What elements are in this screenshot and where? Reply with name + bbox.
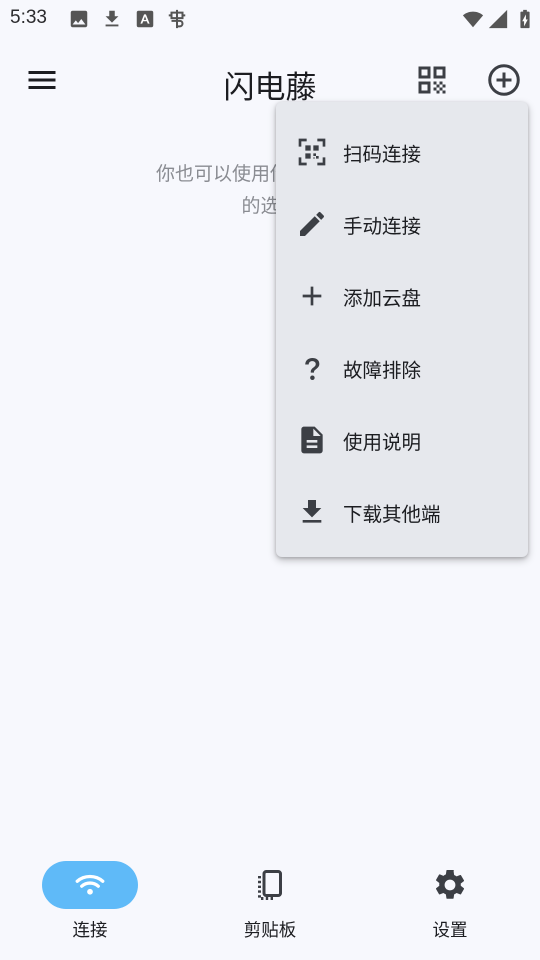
menu-item-label: 扫码连接 bbox=[343, 142, 422, 166]
qr-code-icon[interactable] bbox=[414, 62, 450, 98]
clipboard-icon bbox=[258, 870, 282, 900]
nav-label: 剪贴板 bbox=[243, 921, 297, 941]
menu-item-scan-connect[interactable]: 扫码连接 bbox=[276, 116, 528, 188]
nav-label: 设置 bbox=[432, 921, 468, 941]
battery-icon bbox=[520, 9, 530, 29]
menu-item-label: 故障排除 bbox=[343, 358, 422, 382]
document-icon bbox=[301, 426, 323, 454]
menu-item-label: 手动连接 bbox=[343, 214, 422, 238]
wifi-icon bbox=[75, 874, 105, 895]
add-circle-icon[interactable] bbox=[486, 62, 522, 98]
menu-item-label: 使用说明 bbox=[343, 430, 422, 454]
status-time: 5:33 bbox=[10, 7, 47, 28]
download-icon bbox=[302, 500, 322, 523]
menu-item-label: 添加云盘 bbox=[343, 286, 422, 310]
menu-item-label: 下载其他端 bbox=[343, 502, 441, 526]
page-title: 闪电藤 bbox=[223, 70, 317, 106]
download-icon bbox=[105, 10, 119, 27]
bug-icon bbox=[168, 9, 186, 29]
gear-icon bbox=[435, 869, 465, 899]
menu-item-troubleshoot[interactable]: 故障排除 bbox=[276, 332, 528, 404]
nav-item-clipboard[interactable]: 剪贴板 bbox=[180, 848, 360, 960]
bottom-nav: 连接 剪贴板 设置 bbox=[0, 848, 540, 960]
qr-scan-icon bbox=[298, 138, 326, 166]
add-menu-popup: 扫码连接 手动连接 添加云盘 故障排除 使用说明 下载其他端 bbox=[276, 102, 528, 557]
nav-label: 连接 bbox=[72, 921, 108, 941]
plus-icon bbox=[302, 286, 322, 306]
pencil-icon bbox=[300, 211, 325, 236]
wifi-icon bbox=[462, 11, 484, 28]
image-icon bbox=[70, 10, 88, 28]
signal-icon bbox=[488, 9, 508, 29]
nav-item-settings[interactable]: 设置 bbox=[360, 848, 540, 960]
menu-item-manual-connect[interactable]: 手动连接 bbox=[276, 188, 528, 260]
nav-item-connect[interactable]: 连接 bbox=[0, 848, 180, 960]
status-bar: 5:33 bbox=[0, 0, 540, 38]
menu-item-download-clients[interactable]: 下载其他端 bbox=[276, 476, 528, 548]
menu-item-add-cloud[interactable]: 添加云盘 bbox=[276, 260, 528, 332]
menu-item-user-guide[interactable]: 使用说明 bbox=[276, 404, 528, 476]
font-icon bbox=[136, 10, 154, 28]
question-icon bbox=[305, 358, 320, 380]
